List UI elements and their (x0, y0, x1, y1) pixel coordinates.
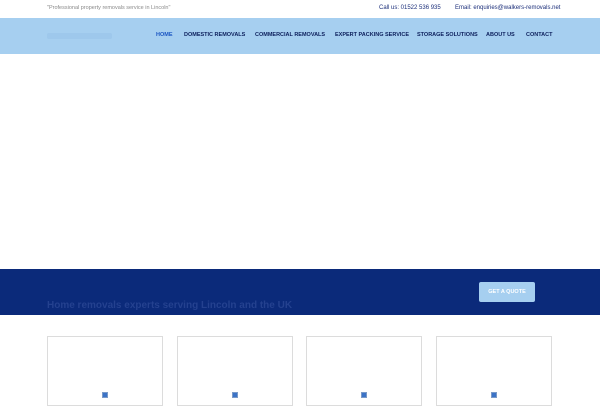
nav-storage-solutions[interactable]: STORAGE SOLUTIONS (417, 32, 478, 38)
hero-banner (0, 54, 600, 269)
broken-image-icon (102, 392, 108, 398)
service-card[interactable] (47, 336, 163, 406)
email-link[interactable]: Email: enquiries@walkers-removals.net (455, 5, 560, 11)
nav-domestic-removals[interactable]: DOMESTIC REMOVALS (184, 32, 245, 38)
broken-image-icon (491, 392, 497, 398)
broken-image-icon (232, 392, 238, 398)
phone-number[interactable]: Call us: 01522 536 935 (379, 5, 441, 11)
get-a-quote-button[interactable]: GET A QUOTE (479, 282, 535, 302)
broken-image-icon (361, 392, 367, 398)
nav-about-us[interactable]: ABOUT US (486, 32, 515, 38)
nav-home[interactable]: HOME (156, 32, 173, 38)
tagline: "Professional property removals service … (47, 5, 171, 11)
nav-commercial-removals[interactable]: COMMERCIAL REMOVALS (255, 32, 325, 38)
service-card[interactable] (436, 336, 552, 406)
top-bar: "Professional property removals service … (0, 0, 600, 18)
main-nav: HOME DOMESTIC REMOVALS COMMERCIAL REMOVA… (0, 18, 600, 54)
service-card[interactable] (306, 336, 422, 406)
cta-band: Home removals experts serving Lincoln an… (0, 269, 600, 315)
service-card[interactable] (177, 336, 293, 406)
band-headline: Home removals experts serving Lincoln an… (47, 300, 293, 311)
nav-contact[interactable]: CONTACT (526, 32, 552, 38)
nav-expert-packing-service[interactable]: EXPERT PACKING SERVICE (335, 32, 409, 38)
main-navbar: HOME DOMESTIC REMOVALS COMMERCIAL REMOVA… (0, 18, 600, 54)
